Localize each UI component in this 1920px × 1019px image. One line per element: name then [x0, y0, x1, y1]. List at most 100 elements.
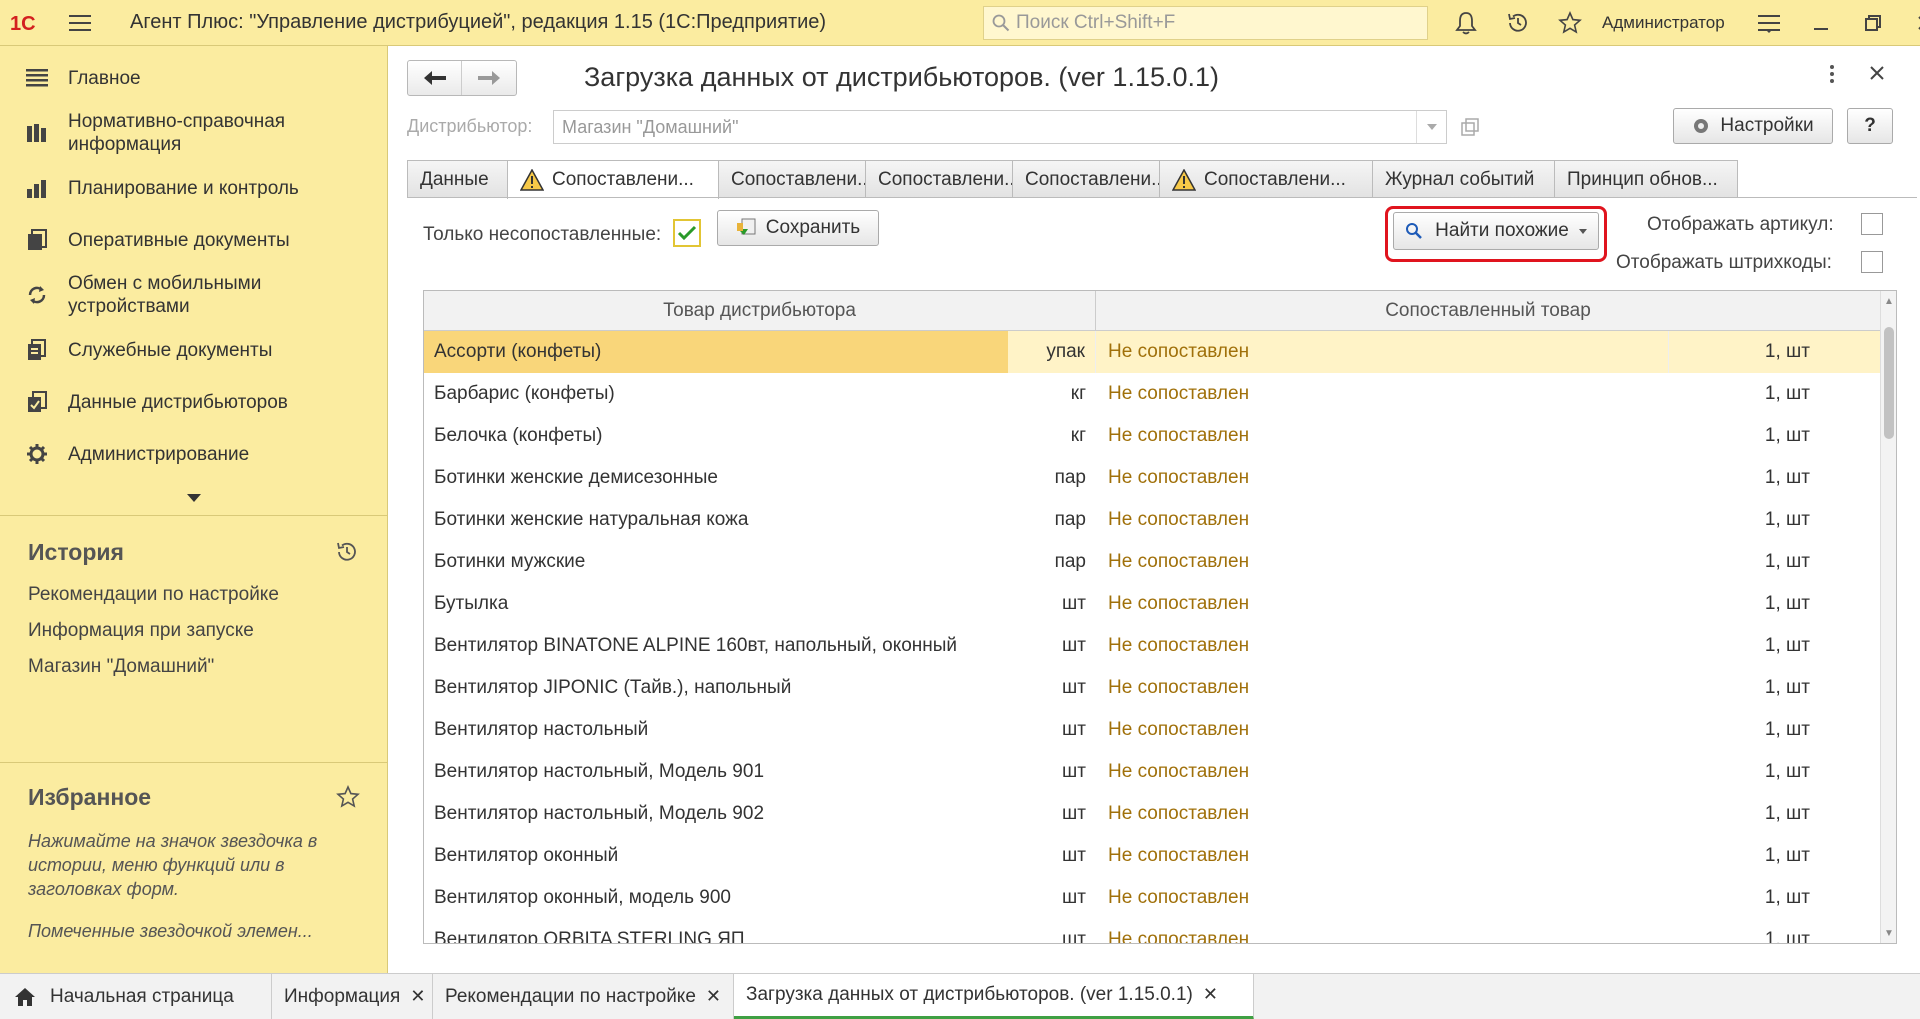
quantity-cell: 1, шт — [1764, 887, 1810, 908]
table-row[interactable]: Вентилятор JIPONIC (Тайв.), напольный шт Н… — [424, 667, 1896, 709]
star-icon[interactable] — [336, 785, 360, 809]
show-article-checkbox[interactable] — [1861, 213, 1883, 235]
sidebar-item-distributor-data[interactable]: Данные дистрибьюторов — [0, 376, 387, 428]
quantity-cell: 1, шт — [1764, 677, 1810, 698]
distributor-product-cell: Вентилятор оконный, модель 900 — [434, 887, 731, 908]
matched-product-cell: Не сопоставлен — [1108, 803, 1250, 824]
help-button[interactable]: ? — [1847, 108, 1893, 144]
table-row[interactable]: Вентилятор ORBITA STERLING ЯП шт Не сопост… — [424, 919, 1896, 944]
close-tab-icon[interactable]: ✕ — [410, 986, 425, 1007]
table-row[interactable]: Ботинки женские демисезонные пар Не сопост… — [424, 457, 1896, 499]
notifications-button[interactable] — [1440, 0, 1492, 46]
sidebar-item-planning[interactable]: Планирование и контроль — [0, 162, 387, 214]
table-row[interactable]: Барбарис (конфеты) кг Не сопоставлен 1, шт — [424, 373, 1896, 415]
open-distributor-button[interactable] — [1457, 114, 1483, 140]
form-close-button[interactable] — [1869, 64, 1885, 87]
history-link[interactable]: Магазин "Домашний" — [28, 656, 359, 678]
gear-icon — [24, 441, 50, 467]
tab-distributor-data-load[interactable]: Загрузка данных от дистрибьюторов. (ver … — [734, 973, 1254, 1019]
sidebar-item-label: Обмен с мобильными устройствами — [68, 273, 262, 317]
settings-button[interactable]: Настройки — [1673, 108, 1833, 144]
form-area: Загрузка данных от дистрибьюторов. (ver … — [389, 46, 1920, 973]
settings-menu-button[interactable] — [1743, 0, 1795, 46]
table-row[interactable]: Ботинки женские натуральная кожа пар Не со… — [424, 499, 1896, 541]
sidebar-expand-button[interactable] — [0, 480, 387, 516]
global-search-input[interactable]: Поиск Ctrl+Shift+F — [983, 6, 1428, 40]
table-row[interactable]: Белочка (конфеты) кг Не сопоставлен 1, шт — [424, 415, 1896, 457]
history-link[interactable]: Рекомендации по настройке — [28, 584, 359, 606]
scroll-down-icon[interactable]: ▼ — [1881, 925, 1896, 941]
menu-lines-icon — [1757, 15, 1780, 33]
history-clock-icon[interactable] — [335, 540, 359, 564]
table-header: Товар дистрибьютора Сопоставленный товар — [424, 291, 1896, 331]
dropdown-button[interactable] — [1416, 111, 1446, 143]
tab-setup-recommendations[interactable]: Рекомендации по настройке ✕ — [433, 973, 734, 1019]
table-row[interactable]: Вентилятор оконный шт Не сопоставлен 1, шт — [424, 835, 1896, 877]
close-tab-icon[interactable]: ✕ — [1203, 984, 1218, 1005]
save-button[interactable]: Сохранить — [717, 210, 879, 246]
table-row[interactable]: Ассорти (конфеты) упак Не сопоставлен 1, шт — [424, 331, 1896, 373]
minimize-icon — [1813, 28, 1828, 30]
tab-matching-5[interactable]: Сопоставлени... — [1159, 160, 1373, 198]
tab-label: Сопоставлени... — [878, 168, 1013, 190]
table-row[interactable]: Ботинки мужские пар Не сопоставлен 1, шт — [424, 541, 1896, 583]
column-header-matched-product[interactable]: Сопоставленный товар — [1096, 291, 1896, 330]
sidebar-item-service-docs[interactable]: Служебные документы — [0, 324, 387, 376]
current-user[interactable]: Администратор — [1602, 13, 1725, 33]
table-row[interactable]: Вентилятор настольный, Модель 901 шт Не со… — [424, 751, 1896, 793]
sidebar-item-operational-docs[interactable]: Оперативные документы — [0, 214, 387, 266]
distributor-product-cell: Барбарис (конфеты) — [434, 383, 615, 404]
find-similar-button[interactable]: Найти похожие — [1393, 212, 1599, 250]
minimize-button[interactable] — [1795, 0, 1847, 46]
close-tab-icon[interactable]: ✕ — [706, 986, 721, 1007]
sidebar-item-mobile-exchange[interactable]: Обмен с мобильными устройствами — [0, 266, 387, 324]
scrollbar-thumb[interactable] — [1884, 327, 1894, 439]
tab-home-page[interactable]: Начальная страница — [0, 973, 272, 1019]
quantity-cell: 1, шт — [1764, 929, 1810, 944]
form-more-button[interactable] — [1829, 64, 1835, 90]
form-title: Загрузка данных от дистрибьюторов. (ver … — [584, 62, 1220, 92]
sidebar-item-label: Данные дистрибьюторов — [68, 391, 288, 413]
tab-event-log[interactable]: Журнал событий — [1372, 160, 1555, 198]
show-barcodes-checkbox[interactable] — [1861, 251, 1883, 273]
matched-product-cell: Не сопоставлен — [1108, 593, 1250, 614]
restore-button[interactable] — [1847, 0, 1899, 46]
sidebar: Главное Нормативно-справочная информация… — [0, 46, 388, 973]
back-button[interactable] — [408, 61, 463, 95]
unit-cell: шт — [1062, 929, 1086, 944]
main-menu-button[interactable] — [60, 0, 100, 46]
table-row[interactable]: Вентилятор BINATONE ALPINE 160вт, наполь… — [424, 625, 1896, 667]
table-row[interactable]: Вентилятор настольный шт Не сопоставлен 1, … — [424, 709, 1896, 751]
sidebar-item-main[interactable]: Главное — [0, 52, 387, 104]
history-link[interactable]: Информация при запуске — [28, 620, 359, 642]
history-button[interactable] — [1492, 0, 1544, 46]
favorites-button[interactable] — [1544, 0, 1596, 46]
tab-information[interactable]: Информация ✕ — [272, 973, 433, 1019]
sidebar-item-reference[interactable]: Нормативно-справочная информация — [0, 104, 387, 162]
close-app-button[interactable] — [1899, 0, 1920, 46]
table-row[interactable]: Вентилятор настольный, Модель 902 шт Не со… — [424, 793, 1896, 835]
table-row[interactable]: Бутылка шт Не сопоставлен 1, шт — [424, 583, 1896, 625]
tab-matching-2[interactable]: Сопоставлени... — [718, 160, 866, 198]
close-icon — [1870, 66, 1884, 80]
vertical-scrollbar[interactable]: ▲ ▼ — [1880, 291, 1896, 943]
hamburger-icon — [69, 14, 91, 31]
tab-update-principle[interactable]: Принцип обнов... — [1554, 160, 1738, 198]
sidebar-item-administration[interactable]: Администрирование — [0, 428, 387, 480]
table-row[interactable]: Вентилятор оконный, модель 900 шт Не сопос… — [424, 877, 1896, 919]
matched-product-cell: Не сопоставлен — [1108, 761, 1250, 782]
matched-product-cell: Не сопоставлен — [1108, 467, 1250, 488]
distributor-label: Дистрибьютор: — [407, 116, 533, 136]
tab-matching-products[interactable]: Сопоставлени... — [507, 160, 719, 199]
scroll-up-icon[interactable]: ▲ — [1881, 293, 1896, 309]
sidebar-item-label: Планирование и контроль — [68, 177, 299, 199]
favorites-hint: Нажимайте на значок звездочка в истории,… — [28, 831, 318, 899]
only-unmatched-checkbox[interactable] — [673, 219, 701, 247]
warning-icon — [1172, 168, 1196, 191]
tab-matching-3[interactable]: Сопоставлени... — [865, 160, 1013, 198]
tab-matching-4[interactable]: Сопоставлени... — [1012, 160, 1160, 198]
forward-button[interactable] — [462, 61, 516, 95]
column-header-distributor-product[interactable]: Товар дистрибьютора — [424, 291, 1096, 330]
distributor-field[interactable]: Магазин "Домашний" — [553, 110, 1447, 144]
tab-data[interactable]: Данные — [407, 160, 508, 198]
